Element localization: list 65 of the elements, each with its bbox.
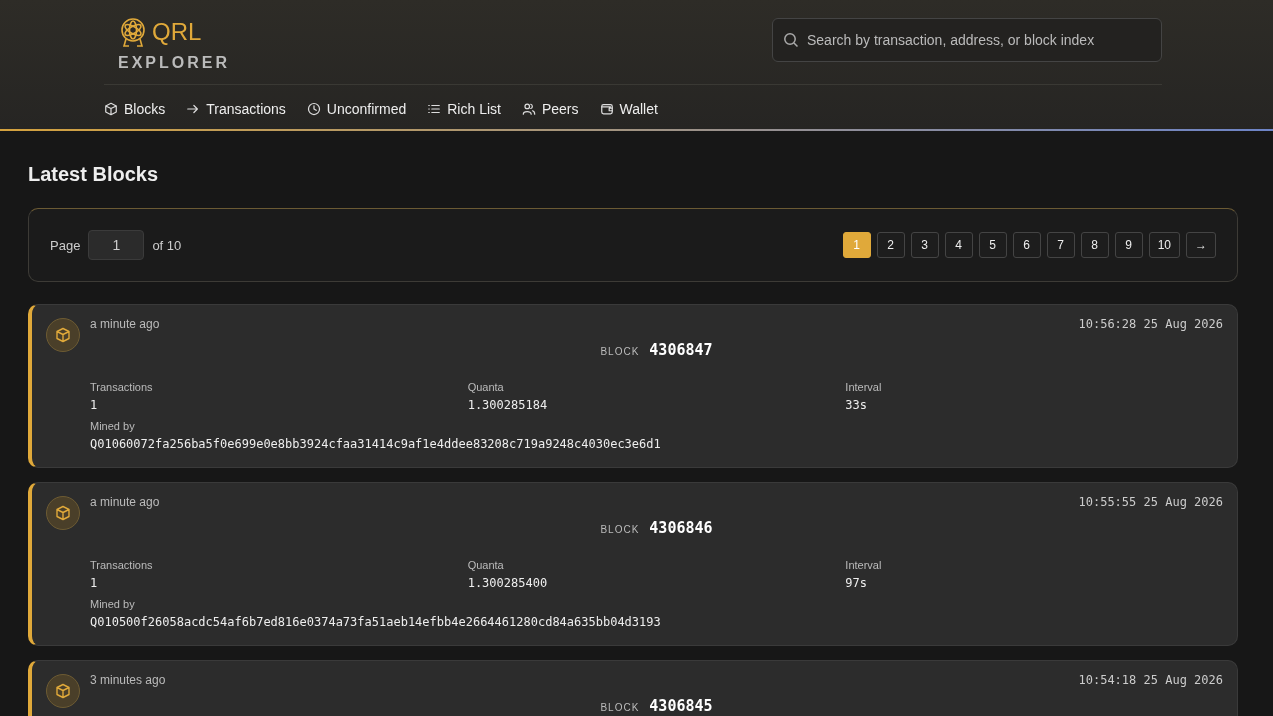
block-card[interactable]: 3 minutes ago 10:54:18 25 Aug 2026 BLOCK 4306845 <box>28 660 1238 716</box>
nav-link[interactable]: Rich List <box>427 101 501 117</box>
nav-link[interactable]: Wallet <box>599 101 658 117</box>
field-value: 33s <box>845 398 867 412</box>
block-badge-icon <box>46 496 80 530</box>
page-button[interactable]: 10 <box>1148 232 1180 258</box>
cube-icon <box>104 102 118 116</box>
field-label: Mined by <box>90 420 135 432</box>
field-label: Mined by <box>90 598 135 610</box>
page-title: Latest Blocks <box>28 163 160 186</box>
logo-subtitle: EXPLORER <box>118 54 230 72</box>
block-age: 3 minutes ago <box>90 673 166 687</box>
block-time: 10:54:18 25 Aug 2026 <box>1078 673 1223 687</box>
field-label: Transactions <box>90 381 153 393</box>
clock-icon <box>306 102 321 116</box>
field-value: 1 <box>90 576 98 590</box>
block-badge-icon <box>46 674 80 708</box>
page-count: of 10 <box>152 237 182 253</box>
page-button[interactable]: 4 <box>944 232 973 258</box>
page-button[interactable]: 2 <box>876 232 905 258</box>
page-input[interactable]: 1 <box>88 230 145 260</box>
block-label: BLOCK <box>600 524 640 535</box>
people-icon <box>521 102 536 116</box>
field-value: 1.300285184 <box>467 398 548 412</box>
block-number[interactable]: 4306846 <box>649 519 713 537</box>
page-button[interactable]: 6 <box>1012 232 1041 258</box>
field-label: Transactions <box>90 559 153 571</box>
block-card[interactable]: a minute ago 10:56:28 25 Aug 2026 BLOCK 4306847 Transactions 1 Quanta 1.300285184 Interval 33s Mined by Q01060072fa256ba5f0e699e0e8bb3924cfaa31414c9af1e4ddee83208c719a9248c4030ec3e6d1 <box>28 304 1238 468</box>
nav-link[interactable]: Peers <box>521 101 579 117</box>
block-number[interactable]: 4306847 <box>649 341 713 359</box>
field-label: Quanta <box>467 559 504 571</box>
page-button[interactable]: 7 <box>1046 232 1075 258</box>
wallet-icon <box>599 102 614 116</box>
block-badge-icon <box>46 318 80 352</box>
miner-address[interactable]: Q01060072fa256ba5f0e699e0e8bb3924cfaa31414c9af1e4ddee83208c719a9248c4030ec3e6d1 <box>90 437 661 451</box>
field-value: 1.300285400 <box>467 576 548 590</box>
nav-link[interactable]: Transactions <box>186 101 286 117</box>
block-label: BLOCK <box>600 702 640 713</box>
miner-address[interactable]: Q010500f26058acdc54af6b7ed816e0374a73fa51aeb14efbb4e2664461280cd84a635bb04d3193 <box>90 615 661 629</box>
search-icon <box>783 32 799 48</box>
field-value: 97s <box>845 576 867 590</box>
field-label: Quanta <box>467 381 504 393</box>
field-label: Interval <box>845 381 882 393</box>
block-time: 10:56:28 25 Aug 2026 <box>1078 317 1223 331</box>
page-button[interactable]: 9 <box>1114 232 1143 258</box>
block-card[interactable]: a minute ago 10:55:55 25 Aug 2026 BLOCK 4306846 Transactions 1 Quanta 1.300285400 Interval 97s Mined by Q010500f26058acdc54af6b7ed816e0374a73fa51aeb14efbb4e2664461280cd84a635bb04d3193 <box>28 482 1238 646</box>
field-label: Interval <box>845 559 882 571</box>
nav-link[interactable]: Unconfirmed <box>306 101 407 117</box>
block-age: a minute ago <box>90 495 160 509</box>
block-label: BLOCK <box>600 346 640 357</box>
block-number[interactable]: 4306845 <box>649 697 713 715</box>
field-value: 1 <box>90 398 98 412</box>
page-label: Page <box>50 237 81 253</box>
next-page-button[interactable]: → <box>1186 232 1216 258</box>
atom-logo-icon <box>118 16 148 48</box>
page-button[interactable]: 8 <box>1080 232 1109 258</box>
list-icon <box>427 102 442 116</box>
block-age: a minute ago <box>90 317 160 331</box>
page-button[interactable]: 5 <box>978 232 1007 258</box>
page-button[interactable]: 3 <box>910 232 939 258</box>
logo-text: QRL <box>152 18 202 46</box>
block-time: 10:55:55 25 Aug 2026 <box>1078 495 1223 509</box>
arrow-right-icon <box>186 102 201 116</box>
nav-link[interactable]: Blocks <box>104 101 166 117</box>
search-field[interactable]: Search by transaction, address, or block index <box>772 18 1162 62</box>
